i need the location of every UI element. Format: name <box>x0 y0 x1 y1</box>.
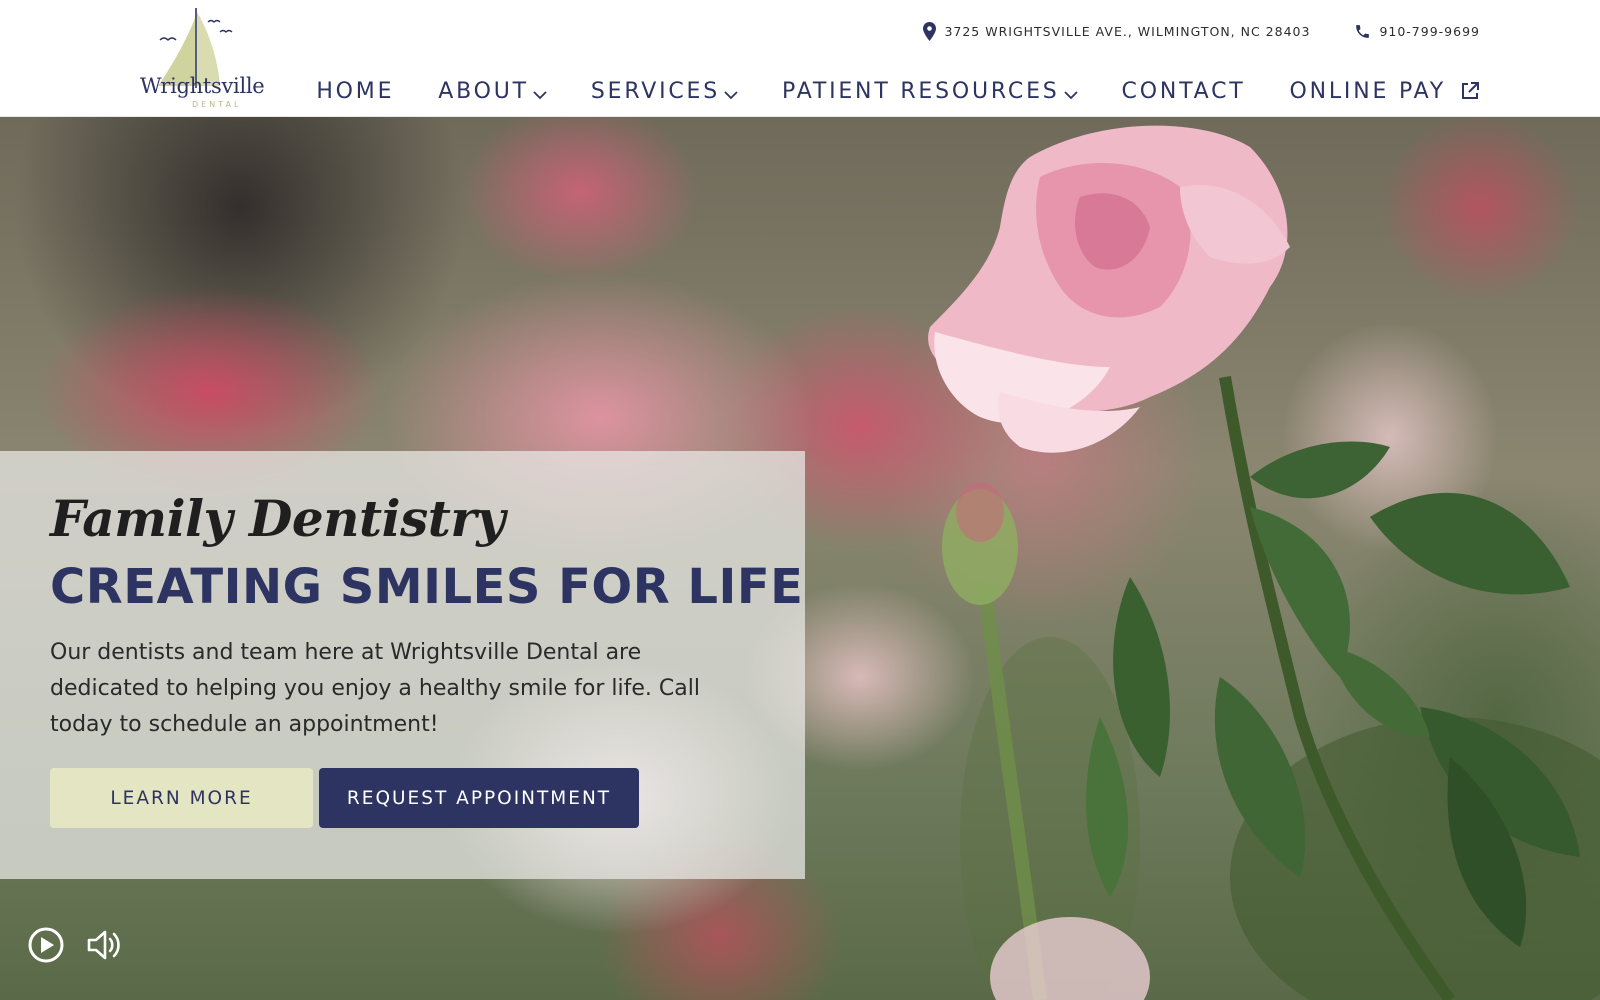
logo-wordmark: Wrightsville <box>140 74 265 98</box>
nav-contact-label: CONTACT <box>1121 78 1246 104</box>
phone-link[interactable]: 910-799-9699 <box>1354 23 1480 40</box>
contact-bar: 3725 WRIGHTSVILLE AVE., WILMINGTON, NC 2… <box>923 18 1480 44</box>
nav-services-label: SERVICES <box>590 78 721 104</box>
volume-icon <box>87 930 120 960</box>
nav-contact[interactable]: CONTACT <box>1122 79 1246 104</box>
video-volume-button[interactable] <box>84 925 124 965</box>
chevron-down-icon <box>533 90 547 99</box>
nav-patient-resources-label: PATIENT RESOURCES <box>782 78 1060 104</box>
request-appointment-button[interactable]: REQUEST APPOINTMENT <box>319 768 639 828</box>
hero-section: Family Dentistry CREATING SMILES FOR LIF… <box>0 117 1600 1000</box>
chevron-down-icon <box>1063 90 1078 99</box>
hero-script-title: Family Dentistry <box>50 489 505 548</box>
hero-text-panel: Family Dentistry CREATING SMILES FOR LIF… <box>0 451 805 879</box>
external-link-icon <box>1462 82 1479 99</box>
learn-more-button[interactable]: LEARN MORE <box>50 768 313 828</box>
address-text: 3725 WRIGHTSVILLE AVE., WILMINGTON, NC 2… <box>944 23 1311 39</box>
phone-icon <box>1356 24 1370 38</box>
map-pin-icon <box>923 21 937 41</box>
play-circle-icon <box>28 927 64 963</box>
logo-subtext: DENTAL <box>192 100 242 109</box>
nav-about[interactable]: ABOUT <box>438 79 547 104</box>
hero-body-text: Our dentists and team here at Wrightsvil… <box>50 640 700 737</box>
video-play-button[interactable] <box>26 925 66 965</box>
nav-online-pay[interactable]: ONLINE PAY <box>1289 79 1480 104</box>
address-link[interactable]: 3725 WRIGHTSVILLE AVE., WILMINGTON, NC 2… <box>923 21 1311 41</box>
nav-home-label: HOME <box>316 78 395 104</box>
hero-title: CREATING SMILES FOR LIFE <box>50 559 804 615</box>
site-header: Wrightsville DENTAL 3725 WRIGHTSVILLE AV… <box>0 0 1600 117</box>
nav-online-pay-label: ONLINE PAY <box>1289 78 1446 104</box>
chevron-down-icon <box>724 90 738 99</box>
nav-about-label: ABOUT <box>438 78 529 104</box>
nav-services[interactable]: SERVICES <box>591 79 738 104</box>
nav-home[interactable]: HOME <box>316 79 394 104</box>
main-nav: HOME ABOUT SERVICES PATIENT RESOURCES CO… <box>316 74 1480 108</box>
phone-text: 910-799-9699 <box>1379 23 1480 39</box>
nav-patient-resources[interactable]: PATIENT RESOURCES <box>782 79 1078 104</box>
wrightsville-dental-logo[interactable]: Wrightsville DENTAL <box>138 6 265 109</box>
